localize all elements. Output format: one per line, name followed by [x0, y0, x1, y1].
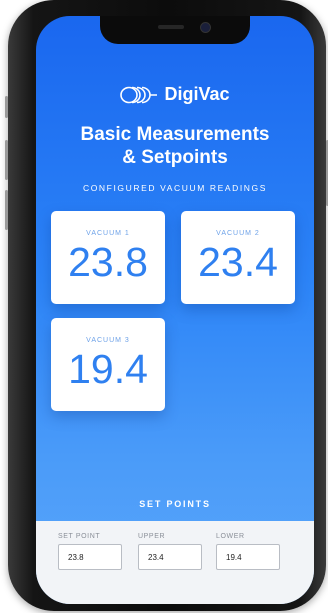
- vacuum-value: 19.4: [68, 346, 148, 392]
- vacuum-card-2[interactable]: VACUUM 2 23.4: [181, 211, 295, 304]
- lower-field: LOWER 19.4: [216, 533, 280, 570]
- page-title-line1: Basic Measurements: [80, 124, 270, 145]
- vacuum-label: VACUUM 2: [216, 230, 260, 237]
- lower-input[interactable]: 19.4: [216, 544, 280, 570]
- camera: [200, 22, 211, 33]
- brand-logo: DigiVac: [36, 84, 314, 105]
- setpoint-input[interactable]: 23.8: [58, 544, 122, 570]
- vacuum-label: VACUUM 1: [86, 230, 130, 237]
- volume-up-button: [5, 140, 8, 180]
- vacuum-card-1[interactable]: VACUUM 1 23.8: [51, 211, 165, 304]
- upper-field: UPPER 23.4: [138, 533, 202, 570]
- setpoints-section-title: SET POINTS: [139, 499, 211, 509]
- lower-label: LOWER: [216, 533, 245, 540]
- setpoint-field: SET POINT 23.8: [58, 533, 122, 570]
- vacuum-value: 23.4: [198, 239, 278, 285]
- volume-down-button: [5, 190, 8, 230]
- app-screen: DigiVac Basic Measurements & Setpoints C…: [36, 16, 314, 604]
- digivac-logo-icon: [120, 86, 158, 103]
- readings-section-title: CONFIGURED VACUUM READINGS: [82, 183, 268, 193]
- upper-input[interactable]: 23.4: [138, 544, 202, 570]
- setpoints-panel: SET POINT 23.8 UPPER 23.4 LOWER 19.4: [36, 521, 314, 604]
- speaker: [158, 25, 184, 29]
- page-title-line2: & Setpoints: [122, 147, 228, 168]
- vacuum-label: VACUUM 3: [86, 337, 130, 344]
- page-title: Basic Measurements & Setpoints: [36, 123, 314, 169]
- vacuum-card-3[interactable]: VACUUM 3 19.4: [51, 318, 165, 411]
- vacuum-value: 23.8: [68, 239, 148, 285]
- upper-label: UPPER: [138, 533, 166, 540]
- mute-switch: [5, 96, 8, 118]
- notch: [100, 16, 250, 44]
- setpoint-label: SET POINT: [58, 533, 101, 540]
- brand-name: DigiVac: [164, 84, 230, 104]
